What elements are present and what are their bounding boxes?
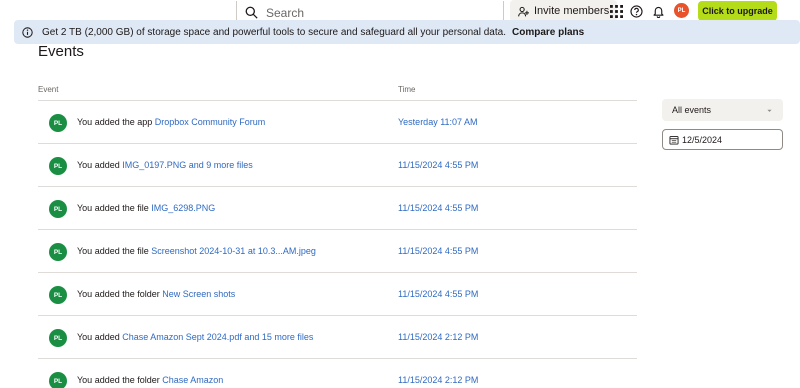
event-link[interactable]: Chase Amazon xyxy=(162,375,223,385)
banner-text: Get 2 TB (2,000 GB) of storage space and… xyxy=(42,26,506,38)
search-icon xyxy=(245,6,258,19)
user-avatar: PL xyxy=(49,329,67,347)
column-header-event: Event xyxy=(38,85,59,94)
event-time: 11/15/2024 4:55 PM xyxy=(398,160,479,170)
add-person-icon xyxy=(518,6,529,16)
event-link[interactable]: Dropbox Community Forum xyxy=(155,117,266,127)
event-time: 11/15/2024 4:55 PM xyxy=(398,203,479,213)
event-time: 11/15/2024 4:55 PM xyxy=(398,246,479,256)
user-avatar: PL xyxy=(49,286,67,304)
user-avatar: PL xyxy=(49,243,67,261)
event-row: PL You added the app Dropbox Community F… xyxy=(38,101,637,144)
event-time: 11/15/2024 2:12 PM xyxy=(398,332,479,342)
page-title: Events xyxy=(38,43,84,60)
event-description: You added Chase Amazon Sept 2024.pdf and… xyxy=(77,332,313,342)
event-row: PL You added Chase Amazon Sept 2024.pdf … xyxy=(38,316,637,359)
event-time: 11/15/2024 4:55 PM xyxy=(398,289,479,299)
event-link[interactable]: Chase Amazon Sept 2024.pdf and 15 more f… xyxy=(122,332,313,342)
date-value: 12/5/2024 xyxy=(682,134,723,145)
event-description: You added IMG_0197.PNG and 9 more files xyxy=(77,160,253,170)
event-time: 11/15/2024 2:12 PM xyxy=(398,375,479,385)
event-link[interactable]: IMG_6298.PNG xyxy=(151,203,215,213)
event-prefix: You added the folder xyxy=(77,375,160,385)
event-link[interactable]: Screenshot 2024-10-31 at 10.3...AM.jpeg xyxy=(151,246,316,256)
date-filter-field[interactable]: 12/5/2024 xyxy=(662,129,783,150)
event-link[interactable]: New Screen shots xyxy=(162,289,235,299)
search-placeholder: Search xyxy=(266,5,305,20)
event-description: You added the folder Chase Amazon xyxy=(77,375,223,385)
event-time: Yesterday 11:07 AM xyxy=(398,117,478,127)
event-prefix: You added the file xyxy=(77,203,149,213)
invite-members-label: Invite members xyxy=(534,5,610,17)
user-avatar: PL xyxy=(49,157,67,175)
help-icon[interactable] xyxy=(629,4,643,18)
user-avatar: PL xyxy=(49,200,67,218)
calendar-icon xyxy=(669,135,679,144)
event-type-value: All events xyxy=(672,105,712,115)
event-prefix: You added xyxy=(77,160,120,170)
user-avatar: PL xyxy=(49,114,67,132)
event-row: PL You added the file Screenshot 2024-10… xyxy=(38,230,637,273)
event-row: PL You added the file IMG_6298.PNG 11/15… xyxy=(38,187,637,230)
event-prefix: You added the app xyxy=(77,117,153,127)
event-prefix: You added xyxy=(77,332,120,342)
event-row: PL You added the folder Chase Amazon 11/… xyxy=(38,359,637,388)
event-row: PL You added the folder New Screen shots… xyxy=(38,273,637,316)
event-prefix: You added the file xyxy=(77,246,149,256)
upgrade-button[interactable]: Click to upgrade xyxy=(698,1,777,21)
info-icon xyxy=(22,26,33,38)
event-type-dropdown[interactable]: All events xyxy=(662,99,783,121)
event-link[interactable]: IMG_0197.PNG and 9 more files xyxy=(122,160,253,170)
apps-grid-icon[interactable] xyxy=(609,4,623,18)
event-row: PL You added IMG_0197.PNG and 9 more fil… xyxy=(38,144,637,187)
invite-members-button[interactable]: Invite members xyxy=(510,0,618,22)
user-avatar: PL xyxy=(49,372,67,388)
event-description: You added the file IMG_6298.PNG xyxy=(77,203,215,213)
event-description: You added the app Dropbox Community Foru… xyxy=(77,117,265,127)
chevron-down-icon xyxy=(767,109,772,112)
upgrade-banner: Get 2 TB (2,000 GB) of storage space and… xyxy=(14,20,800,44)
event-description: You added the file Screenshot 2024-10-31… xyxy=(77,246,316,256)
column-header-time: Time xyxy=(398,85,416,94)
account-avatar[interactable]: PL xyxy=(674,3,689,18)
notification-bell-icon[interactable] xyxy=(651,4,665,18)
compare-plans-link[interactable]: Compare plans xyxy=(512,27,584,38)
event-description: You added the folder New Screen shots xyxy=(77,289,235,299)
event-prefix: You added the folder xyxy=(77,289,160,299)
